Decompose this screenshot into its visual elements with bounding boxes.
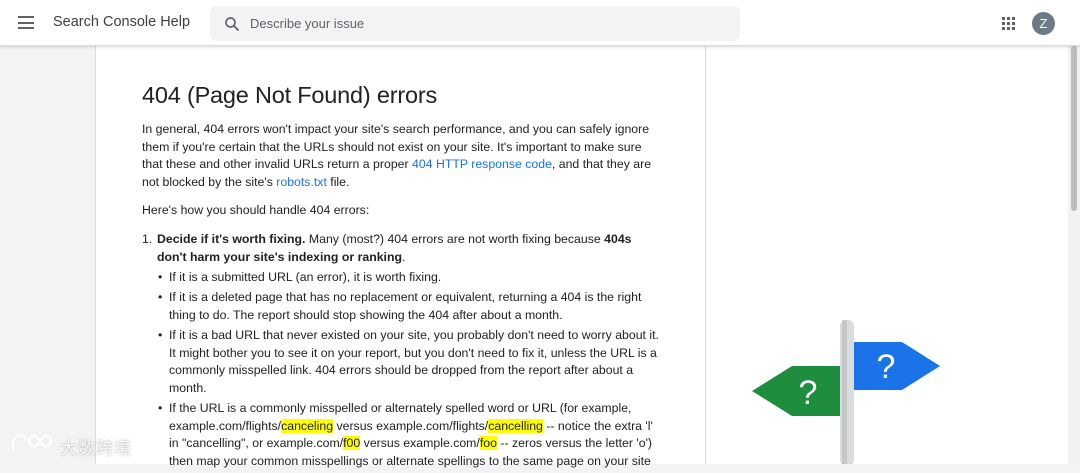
highlight: canceling (281, 418, 334, 433)
signpost-illustration: ? ? (752, 320, 940, 464)
right-sign-question-mark-icon: ? (877, 348, 896, 386)
top-app-bar: Search Console Help Z (0, 0, 1080, 46)
right-sign (854, 342, 940, 390)
step-number: 1. (142, 231, 153, 246)
left-sign-question-mark-icon: ? (799, 374, 818, 412)
hamburger-menu-icon[interactable] (18, 16, 34, 29)
left-sign (752, 366, 840, 416)
watermark-logo-icon (11, 433, 53, 451)
product-title[interactable]: Search Console Help (53, 14, 190, 30)
account-avatar[interactable]: Z (1032, 12, 1055, 35)
404-http-response-code-link[interactable]: 404 HTTP response code (412, 157, 552, 171)
watermark: 大数跨境 (8, 428, 148, 459)
step-1-heading: Decide if it's worth fixing. (157, 231, 306, 246)
robots-txt-link[interactable]: robots.txt (276, 175, 327, 189)
intro-text-3: file. (326, 174, 350, 189)
search-icon[interactable] (223, 15, 241, 33)
step-1-end: . (402, 249, 406, 264)
highlight: cancelling (488, 418, 543, 433)
intro-paragraph: In general, 404 errors won't impact your… (142, 121, 662, 191)
article-body: 404 (Page Not Found) errors In general, … (142, 82, 662, 473)
bullet-4-text-d: versus example.com/ (360, 436, 480, 451)
step-1-bullets: If it is a submitted URL (an error), it … (157, 269, 662, 470)
bullet-4-text-b: versus example.com/flights/ (333, 418, 489, 433)
article-panel: 404 (Page Not Found) errors In general, … (95, 46, 706, 468)
step-1-text: Many (most?) 404 errors are not worth fi… (305, 231, 605, 246)
highlight: foo (479, 436, 497, 451)
list-item: If the URL is a commonly misspelled or a… (157, 400, 662, 470)
search-input[interactable] (250, 6, 730, 41)
article-title: 404 (Page Not Found) errors (142, 82, 438, 108)
list-item: If it is a bad URL that never existed on… (157, 327, 662, 397)
howto-paragraph: Here's how you should handle 404 errors: (142, 203, 370, 218)
step-1: 1. Decide if it's worth fixing. Many (mo… (142, 231, 662, 471)
search-box[interactable] (210, 6, 740, 41)
steps-list: 1. Decide if it's worth fixing. Many (mo… (142, 231, 662, 471)
highlight: f00 (343, 436, 361, 451)
watermark-text: 大数跨境 (60, 439, 132, 459)
list-item: If it is a submitted URL (an error), it … (157, 269, 662, 287)
apps-grid-icon[interactable] (1002, 17, 1015, 30)
page-scrollbar[interactable] (1068, 46, 1080, 464)
scrollbar-thumb[interactable] (1071, 46, 1077, 211)
list-item: If it is a deleted page that has no repl… (157, 289, 662, 324)
